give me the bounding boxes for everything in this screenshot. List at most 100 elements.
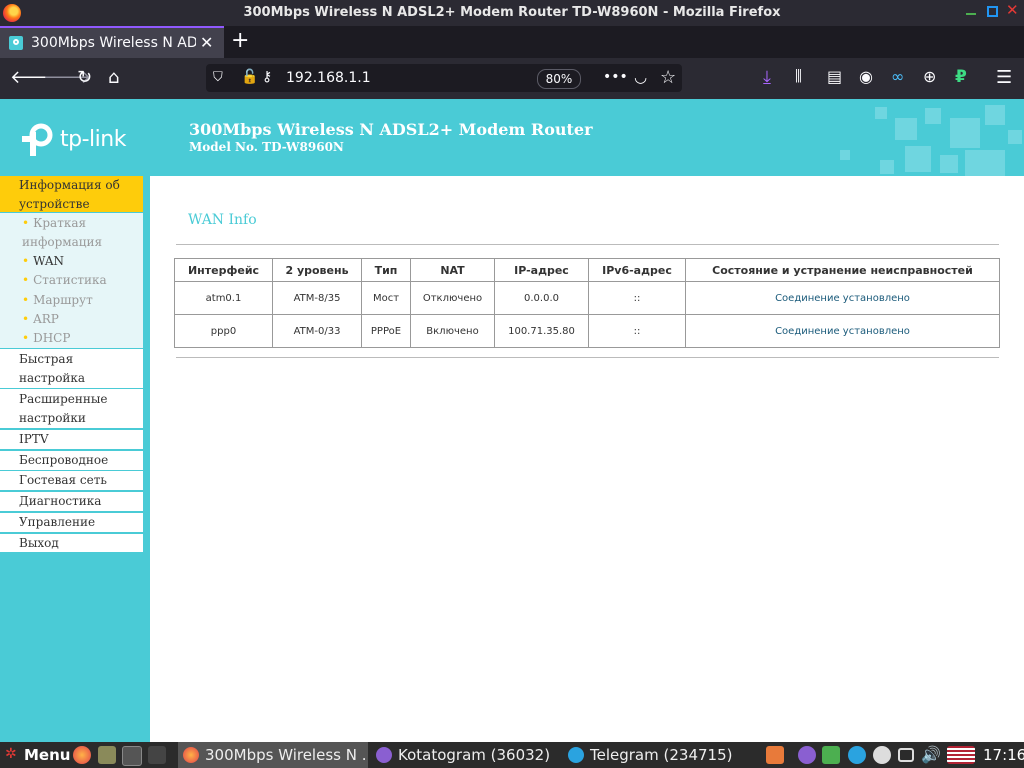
maximize-icon[interactable] xyxy=(987,6,998,17)
submenu-summary[interactable]: • Краткая информация xyxy=(22,214,132,252)
column-header: Интерфейс xyxy=(174,258,273,282)
close-window-icon[interactable]: ✕ xyxy=(1006,3,1019,18)
banner-decoration xyxy=(1008,130,1022,144)
connection-status-link[interactable]: Соединение установлено xyxy=(685,281,1000,315)
table-cell: PPPoE xyxy=(361,314,411,348)
pocket-icon[interactable]: ◡ xyxy=(634,68,647,86)
shield-icon[interactable]: ⛉ xyxy=(213,70,223,85)
zoom-level-button[interactable]: 80% xyxy=(537,69,581,89)
kotatogram-icon xyxy=(376,747,392,763)
table-cell: ATM-0/33 xyxy=(272,314,362,348)
firefox-tray-icon[interactable] xyxy=(766,746,784,764)
divider xyxy=(176,244,999,245)
menu-guest-network[interactable]: Гостевая сеть xyxy=(0,471,143,491)
table-cell: atm0.1 xyxy=(174,281,273,315)
table-cell: Включено xyxy=(410,314,495,348)
submenu-statistics[interactable]: • Статистика xyxy=(22,271,107,290)
media-launcher-icon[interactable] xyxy=(148,746,166,764)
taskbar-item-telegram[interactable]: Telegram (234715) xyxy=(566,742,756,768)
tplink-favicon-icon xyxy=(9,36,23,50)
extension-p-icon[interactable]: ₽ xyxy=(955,67,967,87)
account-icon[interactable]: ◉ xyxy=(859,67,873,86)
window-titlebar: 300Mbps Wireless N ADSL2+ Modem Router T… xyxy=(0,0,1024,26)
clock[interactable]: 17:16 xyxy=(983,746,1024,764)
table-cell: ppp0 xyxy=(174,314,273,348)
tab-router[interactable]: 300Mbps Wireless N ADSL2+ Modem Router T… xyxy=(0,26,224,58)
connection-status-link[interactable]: Соединение установлено xyxy=(685,314,1000,348)
volume-icon[interactable]: 🔊 xyxy=(921,745,941,764)
page-actions-icon[interactable]: ••• xyxy=(603,69,628,85)
terminal-launcher-icon[interactable] xyxy=(122,746,142,766)
new-tab-button[interactable]: + xyxy=(231,28,249,53)
banner-decoration xyxy=(905,146,931,172)
update-tray-icon[interactable] xyxy=(873,746,891,764)
banner-decoration xyxy=(940,155,958,173)
table-header-row: Интерфейс 2 уровень Тип NAT IP-адрес IPv… xyxy=(174,258,1000,282)
banner-decoration xyxy=(875,107,887,119)
key-icon[interactable]: ⚷ xyxy=(262,69,272,85)
column-header: Состояние и устранение неисправностей xyxy=(685,258,1000,282)
extension-infinity-icon[interactable]: ∞ xyxy=(891,67,904,86)
banner-decoration xyxy=(925,108,941,124)
start-menu-button[interactable]: Menu xyxy=(24,746,70,764)
library-icon[interactable]: ⫼ xyxy=(795,67,802,85)
table-row: ppp0 ATM-0/33 PPPoE Включено 100.71.35.8… xyxy=(174,314,1000,348)
notification-tray-icon[interactable] xyxy=(898,748,914,762)
router-model: Model No. TD-W8960N xyxy=(189,140,344,154)
menu-iptv[interactable]: IPTV xyxy=(0,430,143,450)
minimize-icon[interactable] xyxy=(966,7,976,15)
tab-label: 300Mbps Wireless N ADSL2+ Modem Router T… xyxy=(31,35,196,51)
menu-diagnostics[interactable]: Диагностика xyxy=(0,492,143,512)
banner-decoration xyxy=(880,160,894,174)
menu-management[interactable]: Управление xyxy=(0,513,143,533)
column-header: IPv6-адрес xyxy=(588,258,686,282)
menu-advanced-setup[interactable]: Расширенные настройки xyxy=(0,389,143,429)
table-cell: Отключено xyxy=(410,281,495,315)
column-header: Тип xyxy=(361,258,411,282)
globe-icon[interactable]: ⊕ xyxy=(923,67,936,86)
menu-hamburger-icon[interactable]: ☰ xyxy=(996,67,1012,88)
shield-tray-icon[interactable] xyxy=(822,746,840,764)
taskbar-item-firefox[interactable]: 300Mbps Wireless N ... xyxy=(178,742,368,768)
menu-logout[interactable]: Выход xyxy=(0,534,143,553)
insecure-lock-icon[interactable]: 🔓 xyxy=(241,69,258,85)
files-launcher-icon[interactable] xyxy=(98,746,116,764)
submenu-dhcp[interactable]: • DHCP xyxy=(22,329,70,348)
url-text[interactable]: 192.168.1.1 xyxy=(286,70,371,86)
table-cell: ATM-8/35 xyxy=(272,281,362,315)
table-cell: 0.0.0.0 xyxy=(494,281,589,315)
taskbar-item-kotatogram[interactable]: Kotatogram (36032) xyxy=(372,742,558,768)
banner-decoration xyxy=(840,150,850,160)
us-flag-keyboard-icon[interactable] xyxy=(947,746,975,764)
menu-wireless[interactable]: Беспроводное xyxy=(0,451,143,471)
reload-icon[interactable]: ↻ xyxy=(77,67,92,88)
menu-quick-setup[interactable]: Быстрая настройка xyxy=(0,349,143,389)
column-header: 2 уровень xyxy=(272,258,362,282)
sidebar-icon[interactable]: ▤ xyxy=(827,67,842,86)
table-row: atm0.1 ATM-8/35 Мост Отключено 0.0.0.0 :… xyxy=(174,281,1000,315)
table-cell: Мост xyxy=(361,281,411,315)
table-cell: :: xyxy=(588,281,686,315)
wan-info-table: Интерфейс 2 уровень Тип NAT IP-адрес IPv… xyxy=(174,258,1000,348)
download-icon[interactable]: ⤓ xyxy=(763,67,771,88)
tplink-logo-icon xyxy=(22,123,53,156)
telegram-icon xyxy=(568,747,584,763)
kotatogram-tray-icon[interactable] xyxy=(798,746,816,764)
bookmark-star-icon[interactable]: ☆ xyxy=(660,67,676,88)
submenu-arp[interactable]: • ARP xyxy=(22,310,59,329)
close-tab-icon[interactable]: ✕ xyxy=(200,33,213,52)
home-icon[interactable]: ⌂ xyxy=(108,67,119,88)
submenu-route[interactable]: • Маршрут xyxy=(22,291,93,310)
divider xyxy=(176,357,999,358)
banner-decoration xyxy=(985,105,1005,125)
start-menu-icon[interactable]: ✲ xyxy=(5,746,17,762)
banner-decoration xyxy=(950,118,980,148)
telegram-tray-icon[interactable] xyxy=(848,746,866,764)
submenu-wan[interactable]: • WAN xyxy=(22,252,64,271)
table-cell: 100.71.35.80 xyxy=(494,314,589,348)
window-title: 300Mbps Wireless N ADSL2+ Modem Router T… xyxy=(243,5,781,20)
firefox-launcher-icon[interactable] xyxy=(73,746,91,764)
column-header: NAT xyxy=(410,258,495,282)
menu-device-info[interactable]: Информация об устройстве xyxy=(0,176,143,213)
section-title: WAN Info xyxy=(188,212,257,228)
